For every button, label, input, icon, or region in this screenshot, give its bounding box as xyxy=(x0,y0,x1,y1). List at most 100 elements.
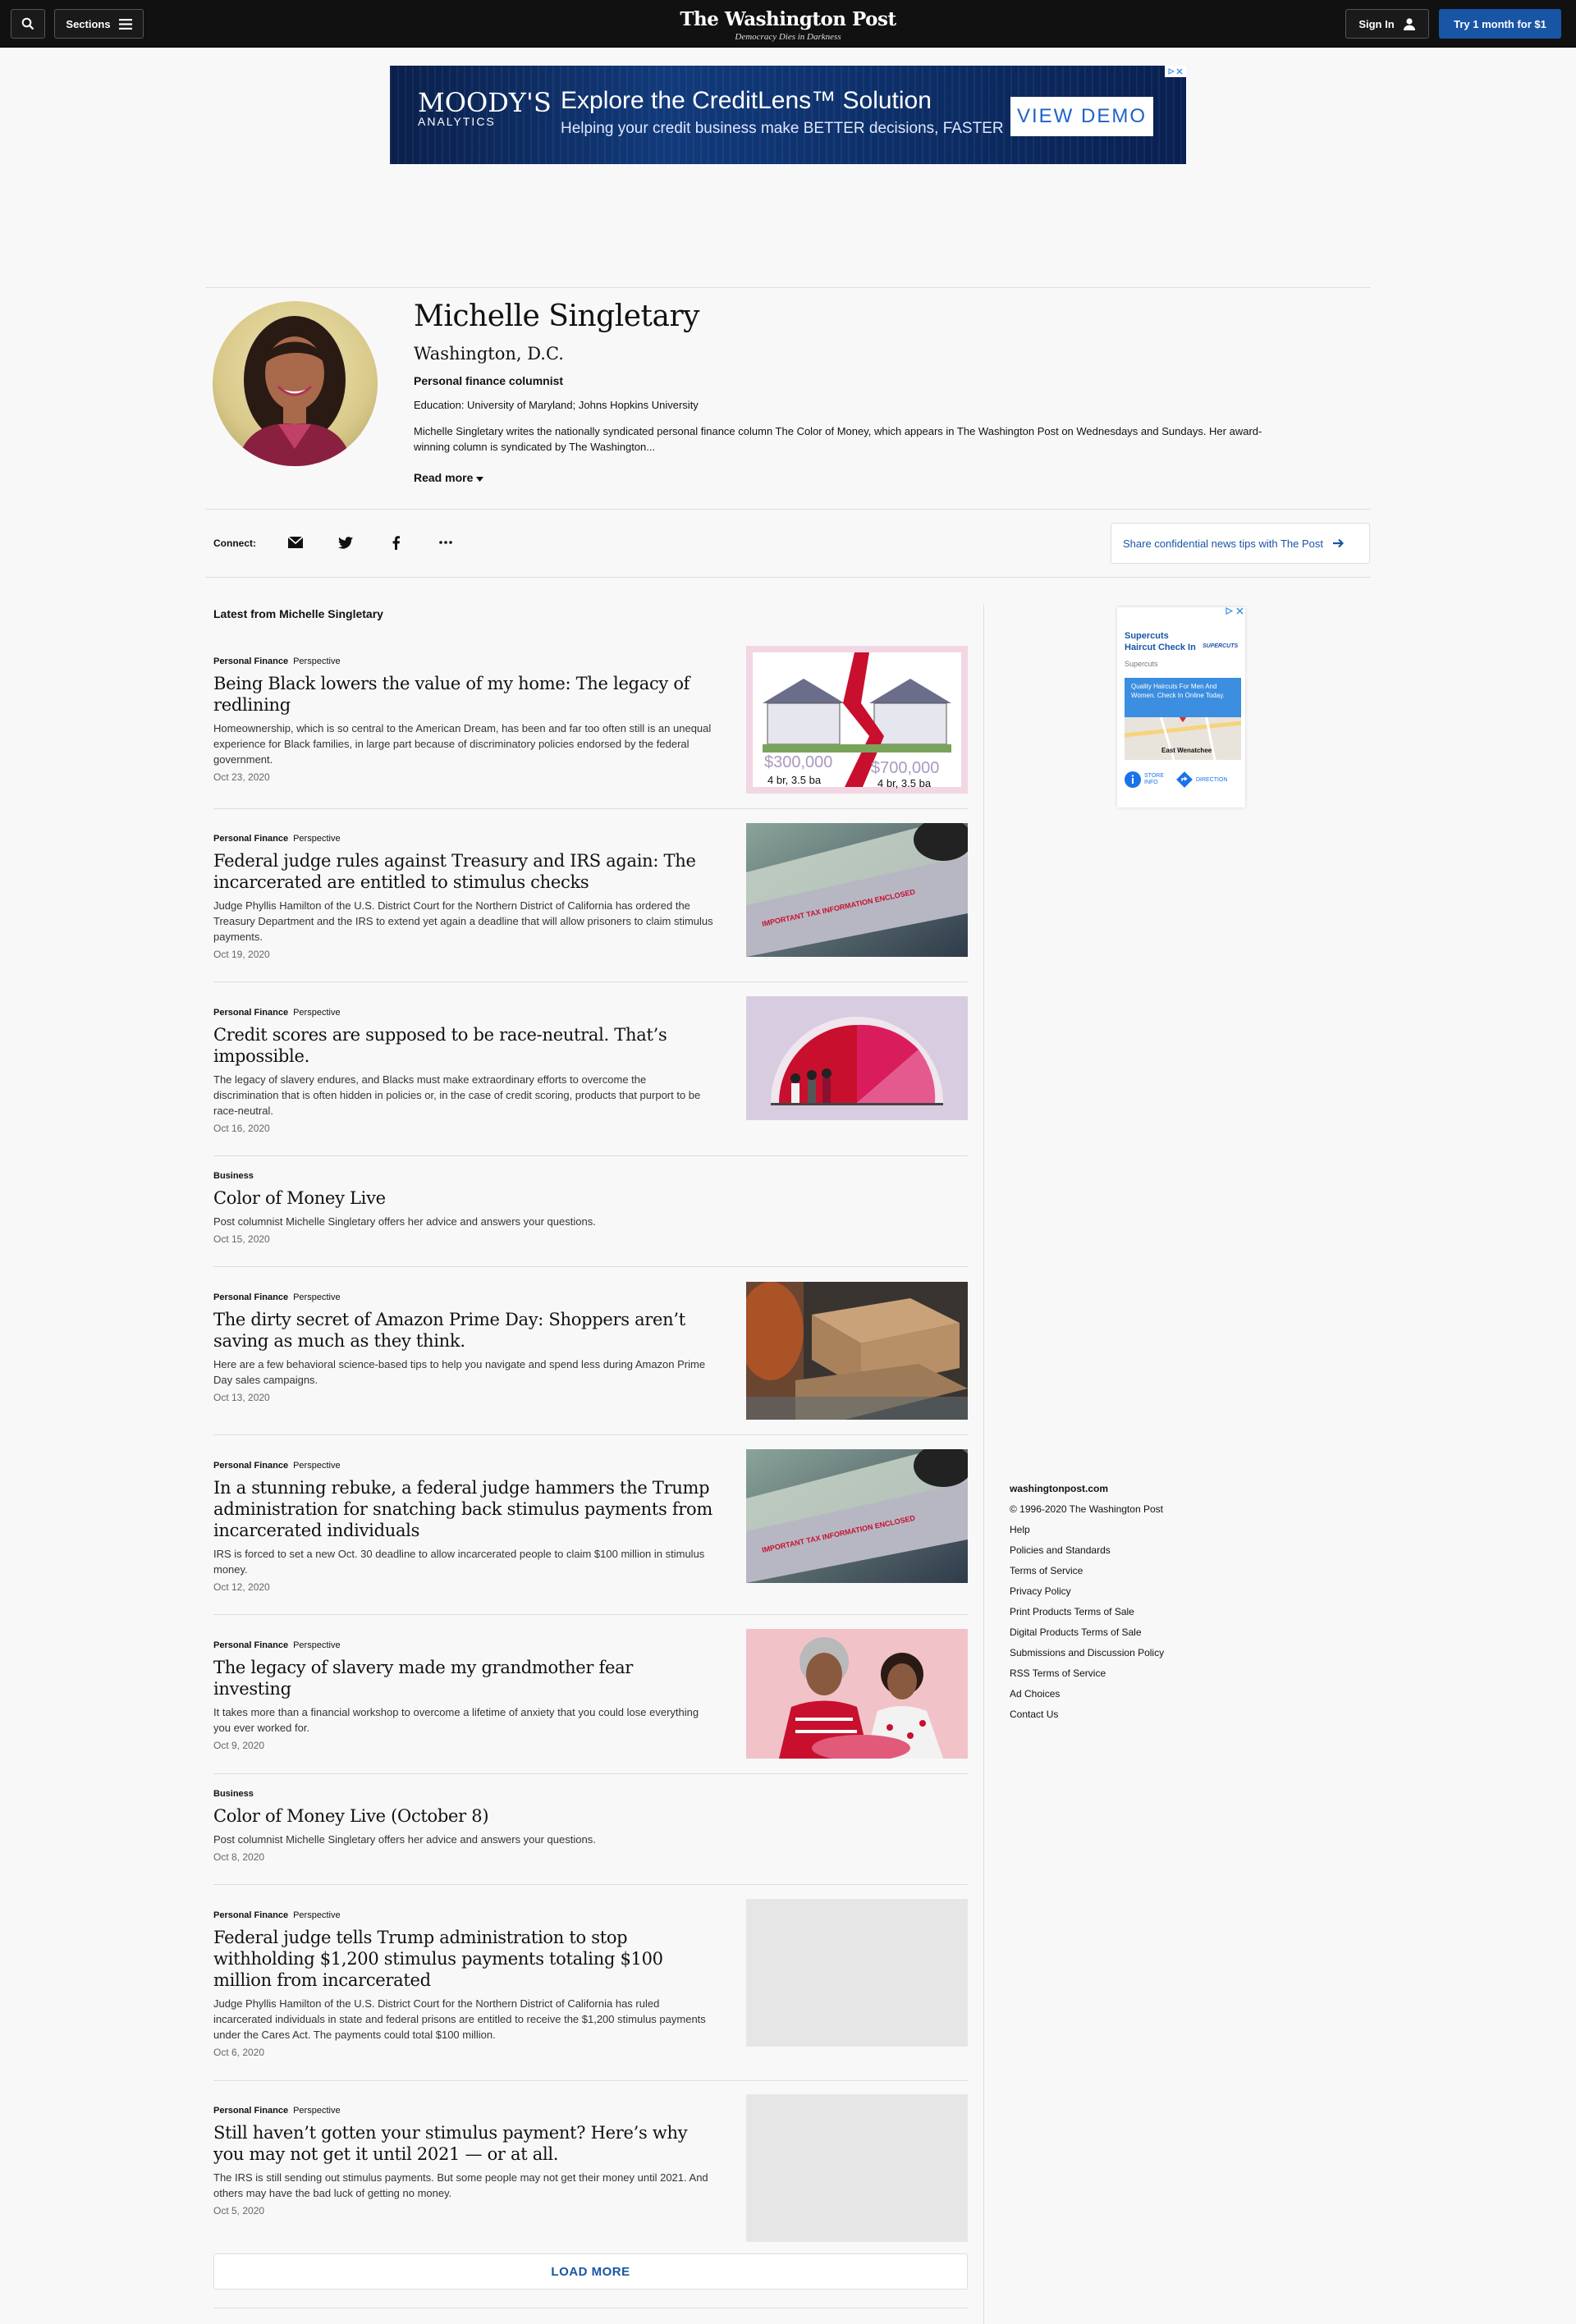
directions-icon xyxy=(1176,771,1193,788)
article-section[interactable]: Business xyxy=(213,1789,254,1799)
article-thumbnail[interactable] xyxy=(746,996,968,1120)
read-more-label: Read more xyxy=(414,471,474,484)
article-headline[interactable]: Credit scores are supposed to be race-ne… xyxy=(213,1024,714,1067)
article-blurb: Homeownership, which is so central to th… xyxy=(213,722,712,766)
article-label: Perspective xyxy=(293,1910,341,1920)
divider xyxy=(213,1266,968,1267)
spec-left-label: 4 br, 3.5 ba xyxy=(767,774,822,786)
article-section[interactable]: Personal Finance xyxy=(213,1910,288,1920)
article-section[interactable]: Personal Finance xyxy=(213,1640,288,1650)
divider xyxy=(205,509,1371,510)
author-avatar xyxy=(213,301,378,466)
footer-link-contact[interactable]: Contact Us xyxy=(1010,1704,1164,1725)
article-thumbnail[interactable]: IMPORTANT TAX INFORMATION ENCLOSED xyxy=(746,823,968,957)
side-ad-map[interactable]: Quality Haircuts For Men And Women. Chec… xyxy=(1125,678,1241,760)
sign-in-button[interactable]: Sign In xyxy=(1345,9,1429,39)
subscribe-button[interactable]: Try 1 month for $1 xyxy=(1439,9,1561,39)
side-ad-promo: Quality Haircuts For Men And Women. Chec… xyxy=(1125,678,1241,717)
article-blurb: Judge Phyllis Hamilton of the U.S. Distr… xyxy=(213,899,713,943)
footer-link-submissions[interactable]: Submissions and Discussion Policy xyxy=(1010,1643,1164,1663)
article-section[interactable]: Personal Finance xyxy=(213,834,288,844)
divider xyxy=(205,577,1371,578)
more-options-icon[interactable] xyxy=(437,533,455,551)
article-headline[interactable]: In a stunning rebuke, a federal judge ha… xyxy=(213,1477,714,1541)
footer-link-policies[interactable]: Policies and Standards xyxy=(1010,1540,1164,1561)
footer-link-rss[interactable]: RSS Terms of Service xyxy=(1010,1663,1164,1684)
ad-view-demo-button[interactable]: VIEW DEMO xyxy=(1010,97,1153,136)
article-label: Perspective xyxy=(293,2106,341,2116)
article-section[interactable]: Business xyxy=(213,1171,254,1181)
article-section[interactable]: Personal Finance xyxy=(213,2106,288,2116)
top-navigation-bar: Sections The Washington Post Democracy D… xyxy=(0,0,1576,48)
footer: washingtonpost.com © 1996-2020 The Washi… xyxy=(1010,1479,1164,1725)
article-headline[interactable]: Being Black lowers the value of my home:… xyxy=(213,673,714,716)
article-section[interactable]: Personal Finance xyxy=(213,1292,288,1302)
facebook-icon[interactable] xyxy=(387,533,405,551)
article-blurb: Post columnist Michelle Singletary offer… xyxy=(213,1215,596,1228)
divider xyxy=(213,1155,968,1156)
ad-choices[interactable] xyxy=(1226,607,1244,615)
article-label: Perspective xyxy=(293,1640,341,1650)
read-more-button[interactable]: Read more xyxy=(414,471,484,484)
side-advertisement[interactable]: Supercuts Haircut Check In SUPERCUTS Sup… xyxy=(1117,607,1245,807)
footer-link-digital-terms[interactable]: Digital Products Terms of Sale xyxy=(1010,1622,1164,1643)
article-date: Oct 15, 2020 xyxy=(213,1233,270,1245)
store-info-button[interactable]: STORE INFO xyxy=(1125,771,1169,788)
ad-choices-icon[interactable] xyxy=(1226,607,1233,615)
divider xyxy=(205,287,1371,288)
price-left-label: $300,000 xyxy=(764,753,832,771)
article-section[interactable]: Personal Finance xyxy=(213,1461,288,1471)
article-thumbnail[interactable]: IMPORTANT TAX INFORMATION ENCLOSED xyxy=(746,1449,968,1583)
footer-link-terms[interactable]: Terms of Service xyxy=(1010,1561,1164,1581)
article-date: Oct 6, 2020 xyxy=(213,2047,265,2058)
footer-link-privacy[interactable]: Privacy Policy xyxy=(1010,1581,1164,1602)
footer-link-ad-choices[interactable]: Ad Choices xyxy=(1010,1684,1164,1704)
article-thumbnail-placeholder[interactable] xyxy=(746,2094,968,2242)
article-card[interactable]: Business Color of Money Live Post column… xyxy=(213,1171,968,1245)
article-headline[interactable]: Federal judge rules against Treasury and… xyxy=(213,850,714,893)
article-blurb: The IRS is still sending out stimulus pa… xyxy=(213,2171,708,2199)
store-info-label: STORE INFO xyxy=(1144,773,1164,785)
arrow-right-icon xyxy=(1333,538,1345,548)
article-headline[interactable]: The legacy of slavery made my grandmothe… xyxy=(213,1657,714,1700)
share-news-tips-label: Share confidential news tips with The Po… xyxy=(1123,537,1324,550)
article-thumbnail-placeholder[interactable] xyxy=(746,1899,968,2047)
footer-link-print-terms[interactable]: Print Products Terms of Sale xyxy=(1010,1602,1164,1622)
article-headline[interactable]: Still haven’t gotten your stimulus payme… xyxy=(213,2122,714,2165)
divider xyxy=(213,1434,968,1435)
logo-name: The Washington Post xyxy=(680,8,896,30)
footer-link-help[interactable]: Help xyxy=(1010,1520,1164,1540)
article-thumbnail[interactable] xyxy=(746,1282,968,1420)
top-advertisement[interactable]: MOODY'S ANALYTICS Explore the CreditLens… xyxy=(390,66,1186,164)
sign-in-label: Sign In xyxy=(1358,17,1395,30)
article-headline[interactable]: Color of Money Live xyxy=(213,1187,714,1209)
email-icon[interactable] xyxy=(286,533,305,551)
article-headline[interactable]: Federal judge tells Trump administration… xyxy=(213,1927,714,1991)
side-ad-title[interactable]: Supercuts Haircut Check In xyxy=(1125,630,1197,653)
supercuts-logo: SUPERCUTS xyxy=(1203,643,1239,649)
article-thumbnail[interactable]: $300,000 $700,000 4 br, 3.5 ba 4 br, 3.5… xyxy=(746,646,968,794)
close-icon[interactable] xyxy=(1176,68,1183,75)
column-divider xyxy=(983,605,984,2324)
article-kicker: Personal Finance Perspective xyxy=(213,1640,714,1650)
article-thumbnail[interactable] xyxy=(746,1629,968,1759)
load-more-button[interactable]: LOAD MORE xyxy=(213,2253,968,2290)
connect-label: Connect: xyxy=(213,538,256,549)
article-section[interactable]: Personal Finance xyxy=(213,656,288,666)
share-news-tips-button[interactable]: Share confidential news tips with The Po… xyxy=(1111,523,1370,564)
author-name: Michelle Singletary xyxy=(414,300,700,333)
article-headline[interactable]: The dirty secret of Amazon Prime Day: Sh… xyxy=(213,1309,714,1352)
close-icon[interactable] xyxy=(1236,607,1244,615)
article-headline[interactable]: Color of Money Live (October 8) xyxy=(213,1805,714,1827)
article-kicker: Personal Finance Perspective xyxy=(213,1461,714,1471)
directions-button[interactable]: DIRECTION xyxy=(1176,771,1228,788)
article-section[interactable]: Personal Finance xyxy=(213,1008,288,1018)
twitter-icon[interactable] xyxy=(337,533,355,551)
footer-site[interactable]: washingtonpost.com xyxy=(1010,1479,1164,1499)
washington-post-logo[interactable]: The Washington Post Democracy Dies in Da… xyxy=(0,8,1576,42)
ad-choices-icon[interactable] xyxy=(1165,66,1186,77)
article-date: Oct 12, 2020 xyxy=(213,1581,270,1593)
author-title: Personal finance columnist xyxy=(414,374,564,387)
article-card[interactable]: Business Color of Money Live (October 8)… xyxy=(213,1789,968,1863)
author-location: Washington, D.C. xyxy=(414,344,564,364)
